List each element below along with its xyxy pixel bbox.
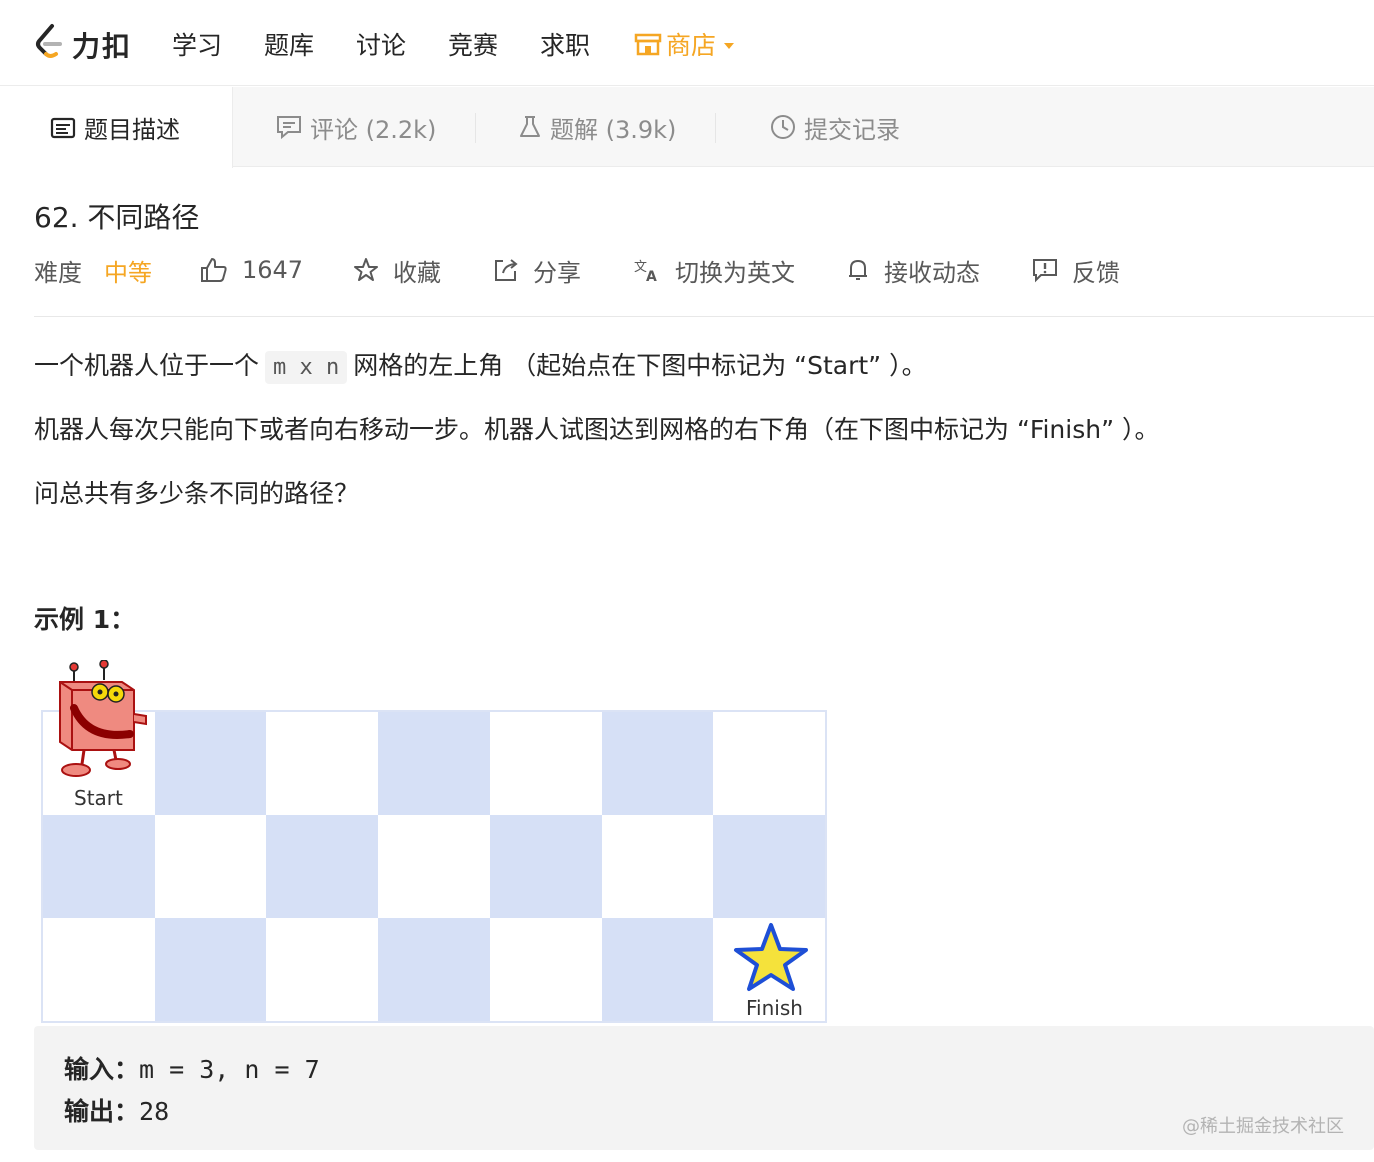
grid-cell [601, 918, 714, 1021]
chevron-down-icon [724, 43, 735, 49]
thumbs-up-icon [200, 257, 228, 283]
grid-cell [378, 815, 490, 918]
meta-divider [34, 316, 1374, 317]
problem-tabbar: 题目描述 评论 (2.2k) 题解 (3.9k) 提交记录 [0, 87, 1374, 168]
example-input: 输入：m = 3, n = 7 [64, 1050, 320, 1086]
grid-cell [154, 712, 267, 815]
grid-cell [154, 815, 267, 918]
description-text: 网格的左上角 （起始点在下图中标记为 “Start” ）。 [353, 351, 927, 380]
share-button[interactable]: 分享 [493, 252, 581, 288]
like-button[interactable]: 1647 [200, 252, 303, 288]
tab-solutions[interactable]: 题解 (3.9k) [518, 87, 676, 167]
grid-cell [713, 815, 825, 918]
subscribe-label: 接收动态 [884, 258, 980, 287]
logo-text: 力扣 [72, 30, 133, 63]
grid-cell [266, 815, 379, 918]
example-title: 示例 1： [34, 605, 136, 634]
translate-label: 切换为英文 [675, 258, 795, 287]
leetcode-logo-icon [32, 22, 66, 68]
nav-item-problems[interactable]: 题库 [264, 26, 314, 62]
translate-icon: 文A [633, 257, 661, 283]
nav-item-discuss[interactable]: 讨论 [356, 26, 406, 62]
svg-text:A: A [646, 269, 657, 283]
like-count: 1647 [242, 256, 304, 284]
tab-comments-label: 评论 (2.2k) [310, 115, 437, 144]
comment-icon [276, 115, 302, 139]
description-paragraph-2: 机器人每次只能向下或者向右移动一步。机器人试图达到网格的右下角（在下图中标记为 … [34, 415, 1160, 444]
tab-description[interactable]: 题目描述 [0, 87, 233, 168]
tab-description-label: 题目描述 [84, 116, 180, 144]
grid-cell [43, 815, 155, 918]
star-icon [353, 257, 379, 283]
feedback-button[interactable]: 反馈 [1032, 252, 1120, 288]
grid-cell [266, 712, 379, 815]
tab-divider [475, 113, 476, 143]
store-label: 商店 [666, 31, 717, 60]
grid-cell [266, 918, 379, 1021]
finish-label: Finish [746, 996, 803, 1020]
translate-button[interactable]: 文A 切换为英文 [633, 252, 795, 288]
output-value: 28 [139, 1097, 170, 1126]
grid-cell [489, 712, 602, 815]
grid-cell [154, 918, 267, 1021]
nav-item-contest[interactable]: 竞赛 [448, 26, 498, 62]
description-paragraph-3: 问总共有多少条不同的路径？ [34, 479, 360, 508]
feedback-label: 反馈 [1072, 258, 1120, 287]
share-label: 分享 [533, 258, 581, 287]
nav-item-learn[interactable]: 学习 [172, 26, 222, 62]
output-label: 输出： [64, 1097, 140, 1126]
clock-icon [770, 114, 796, 140]
grid-cell [378, 918, 490, 1021]
example-io-block: 输入：m = 3, n = 7 输出：28 [34, 1026, 1374, 1150]
grid-cell [43, 918, 155, 1021]
flask-icon [518, 115, 542, 139]
grid-cell [489, 918, 602, 1021]
description-icon [50, 117, 76, 139]
top-navbar: 力扣 学习 题库 讨论 竞赛 求职 商店 [0, 0, 1374, 86]
input-value: m = 3, n = 7 [139, 1055, 320, 1084]
favorite-button[interactable]: 收藏 [353, 252, 441, 288]
favorite-label: 收藏 [393, 258, 441, 287]
inline-code: m x n [265, 351, 348, 384]
subscribe-button[interactable]: 接收动态 [846, 252, 980, 288]
difficulty-badge: 中等 [104, 258, 152, 287]
store-icon [634, 32, 662, 56]
grid-diagram [41, 710, 827, 1023]
tab-divider [715, 113, 716, 143]
grid-cell [489, 815, 602, 918]
tab-submissions[interactable]: 提交记录 [770, 87, 900, 167]
nav-item-jobs[interactable]: 求职 [540, 26, 590, 62]
example-output: 输出：28 [64, 1092, 169, 1128]
description-paragraph-1: 一个机器人位于一个 m x n 网格的左上角 （起始点在下图中标记为 “Start”… [34, 346, 927, 384]
difficulty-label: 难度 [34, 258, 82, 287]
grid-cell [378, 712, 490, 815]
feedback-icon [1032, 257, 1058, 283]
finish-star-icon [733, 922, 809, 992]
grid-cell [713, 712, 825, 815]
input-label: 输入： [64, 1055, 140, 1084]
tab-submissions-label: 提交记录 [804, 115, 900, 144]
grid-cell [601, 815, 714, 918]
tab-comments[interactable]: 评论 (2.2k) [276, 87, 436, 167]
robot-image [52, 659, 152, 785]
start-label: Start [74, 786, 123, 810]
leetcode-logo[interactable]: 力扣 [32, 22, 132, 68]
difficulty: 难度 中等 [34, 252, 152, 288]
bell-icon [846, 257, 870, 283]
description-text: 一个机器人位于一个 [34, 351, 260, 380]
grid-cell [601, 712, 714, 815]
nav-item-store[interactable]: 商店 [634, 26, 735, 62]
watermark: @稀土掘金技术社区 [1182, 1116, 1344, 1137]
share-icon [493, 257, 519, 283]
problem-title: 62. 不同路径 [34, 201, 200, 234]
tab-solutions-label: 题解 (3.9k) [550, 115, 677, 144]
